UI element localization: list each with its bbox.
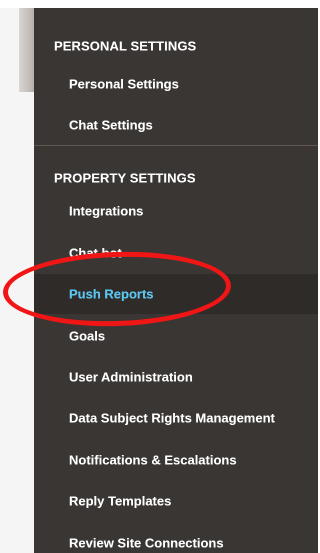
menu-item-personal-settings-label: Personal Settings: [69, 76, 179, 92]
property-settings-section-title-text: PROPERTY SETTINGS: [54, 170, 196, 186]
section-divider: [34, 145, 318, 146]
personal-settings-section-title: PERSONAL SETTINGS: [34, 26, 318, 66]
menu-item-review-site-connections[interactable]: Review Site Connections: [34, 523, 318, 553]
menu-item-chat-settings[interactable]: Chat Settings: [34, 105, 318, 145]
menu-item-goals[interactable]: Goals: [34, 316, 318, 356]
menu-item-integrations-label: Integrations: [69, 203, 144, 219]
menu-item-data-subject-rights-management-label: Data Subject Rights Management: [69, 410, 275, 426]
menu-item-chat-settings-label: Chat Settings: [69, 117, 153, 133]
edge-shadow: [19, 8, 34, 92]
menu-item-user-administration-label: User Administration: [69, 369, 193, 385]
settings-menu-panel: PERSONAL SETTINGS Personal Settings Chat…: [34, 8, 318, 553]
menu-item-review-site-connections-label: Review Site Connections: [69, 535, 224, 551]
menu-item-chat-bot-label: Chat bot: [69, 245, 122, 261]
menu-item-reply-templates-label: Reply Templates: [69, 493, 172, 509]
menu-item-notifications-escalations-label: Notifications & Escalations: [69, 452, 237, 468]
menu-item-integrations[interactable]: Integrations: [34, 191, 318, 231]
menu-item-goals-label: Goals: [69, 328, 106, 344]
menu-item-chat-bot[interactable]: Chat bot: [34, 233, 318, 273]
menu-item-user-administration[interactable]: User Administration: [34, 357, 318, 397]
personal-settings-section-title-text: PERSONAL SETTINGS: [54, 38, 197, 54]
menu-item-push-reports-label: Push Reports: [69, 286, 154, 302]
menu-item-reply-templates[interactable]: Reply Templates: [34, 481, 318, 521]
menu-item-personal-settings[interactable]: Personal Settings: [34, 64, 318, 104]
menu-item-notifications-escalations[interactable]: Notifications & Escalations: [34, 440, 318, 480]
top-strip: [0, 0, 318, 8]
menu-item-data-subject-rights-management[interactable]: Data Subject Rights Management: [34, 398, 318, 438]
menu-item-push-reports[interactable]: Push Reports: [34, 274, 318, 314]
